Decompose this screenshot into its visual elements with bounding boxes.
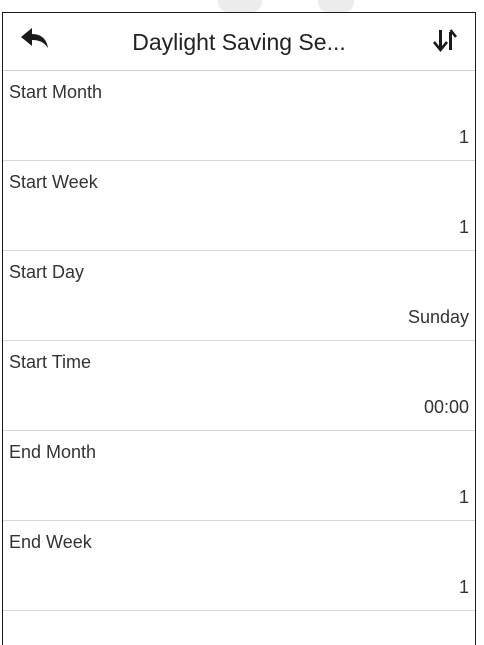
setting-value: 1	[458, 127, 469, 147]
setting-value: 1	[458, 487, 469, 507]
setting-row-end-week[interactable]: End Week 1	[3, 521, 475, 611]
title-bar: Daylight Saving Se...	[3, 13, 475, 71]
setting-label: Start Day	[9, 262, 85, 282]
setting-label: End Week	[9, 532, 92, 552]
setting-row-end-month[interactable]: End Month 1	[3, 431, 475, 521]
watermark-shape	[218, 0, 262, 12]
setting-row-start-day[interactable]: Start Day Sunday	[3, 251, 475, 341]
setting-label: End Month	[9, 442, 97, 462]
page-title: Daylight Saving Se...	[132, 29, 346, 55]
back-button[interactable]	[19, 27, 51, 55]
setting-row-start-month[interactable]: Start Month 1	[3, 71, 475, 161]
setting-value: 00:00	[423, 397, 469, 417]
setting-row-start-week[interactable]: Start Week 1	[3, 161, 475, 251]
setting-value: 1	[458, 577, 469, 597]
watermark-shape	[318, 0, 354, 12]
setting-row-start-time[interactable]: Start Time 00:00	[3, 341, 475, 431]
setting-value: Sunday	[407, 307, 469, 327]
sort-arrows-icon	[432, 27, 458, 58]
setting-label: Start Time	[9, 352, 92, 372]
setting-label: Start Week	[9, 172, 98, 192]
back-arrow-icon	[20, 26, 50, 57]
device-screen: Daylight Saving Se... Start Month 1 Star…	[2, 12, 476, 645]
setting-value: 1	[458, 217, 469, 237]
sort-button[interactable]	[429, 28, 461, 56]
setting-label: Start Month	[9, 82, 103, 102]
